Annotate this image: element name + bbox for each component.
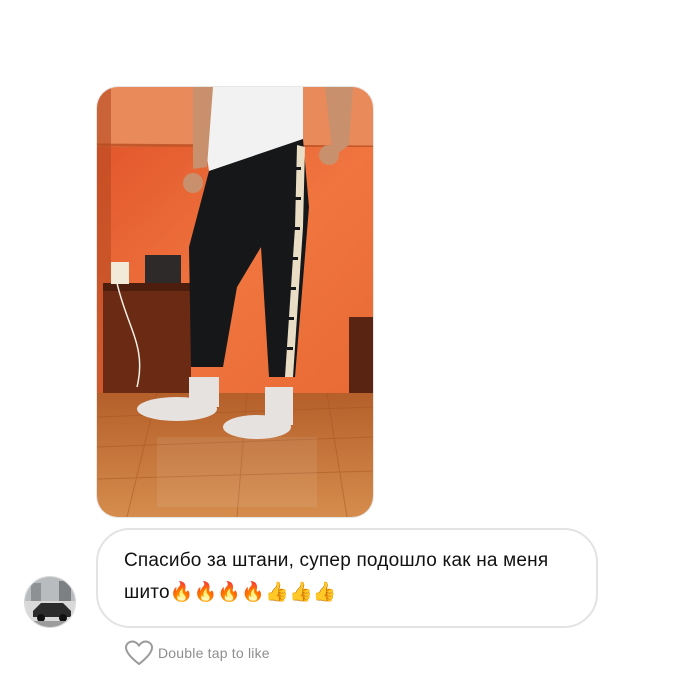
message-bubble[interactable]: Спасибо за штани, супер подошло как на м…	[96, 528, 598, 628]
dm-thread: Спасибо за штани, супер подошло как на м…	[0, 0, 700, 700]
photo-image	[97, 87, 373, 517]
photo-message[interactable]	[96, 86, 374, 518]
like-label: Double tap to like	[158, 645, 270, 661]
heart-outline-icon[interactable]	[124, 640, 154, 666]
avatar-icon	[25, 577, 75, 627]
message-text: Спасибо за штани, супер подошло как на м…	[124, 550, 554, 603]
sender-avatar[interactable]	[24, 576, 76, 628]
like-hint[interactable]: Double tap to like	[124, 640, 270, 666]
